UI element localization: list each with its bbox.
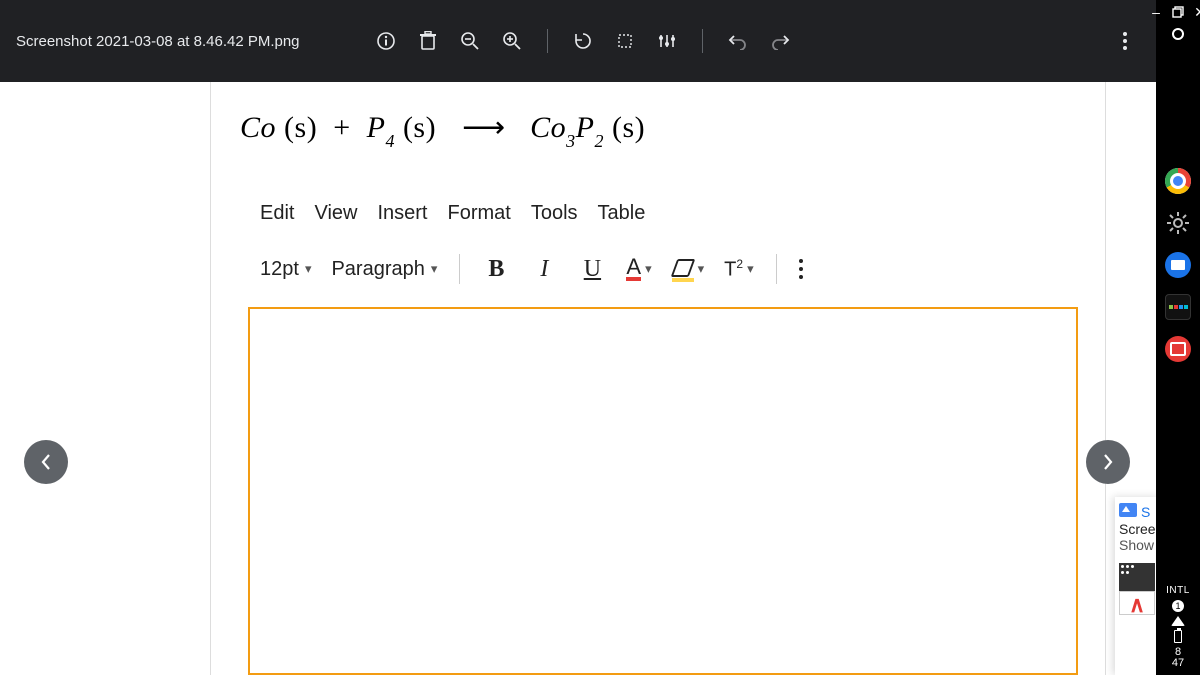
viewer-topbar: Screenshot 2021-03-08 at 8.46.42 PM.png <box>0 0 1156 82</box>
toolbar-separator <box>547 29 548 53</box>
toolbar-separator <box>459 254 460 284</box>
clock: 8 47 <box>1172 647 1184 669</box>
chevron-down-icon: ▾ <box>645 261 652 277</box>
battery-icon <box>1174 630 1182 643</box>
paragraph-label: Paragraph <box>331 258 424 281</box>
bold-button[interactable]: B <box>482 256 510 283</box>
page-edge <box>210 82 211 675</box>
keyboard-indicator: INTL <box>1166 585 1190 596</box>
os-shelf: – ✕ INTL 1 8 47 <box>1156 0 1200 675</box>
eq-state: (s) <box>403 111 436 144</box>
chemical-equation: Co ((s)s) + P4 (s) ⟶ Co3P2 (s) <box>240 110 645 149</box>
restore-icon[interactable] <box>1172 6 1184 18</box>
chevron-down-icon: ▾ <box>431 261 438 277</box>
undo-icon[interactable] <box>727 30 749 52</box>
preview-line2: Show <box>1119 537 1155 553</box>
preview-thumb <box>1119 563 1155 591</box>
menu-insert[interactable]: Insert <box>377 202 427 225</box>
info-icon[interactable] <box>375 30 397 52</box>
minimize-icon[interactable]: – <box>1150 6 1162 18</box>
zoom-out-icon[interactable] <box>459 30 481 52</box>
main-viewer: Screenshot 2021-03-08 at 8.46.42 PM.png <box>0 0 1156 675</box>
preview-title-letter: S <box>1141 505 1150 519</box>
tool-app-icon[interactable] <box>1165 294 1191 320</box>
menu-view[interactable]: View <box>314 202 357 225</box>
status-tray[interactable]: INTL 1 8 47 <box>1156 585 1200 669</box>
answer-textbox[interactable] <box>248 307 1078 675</box>
image-app-icon[interactable] <box>1165 336 1191 362</box>
plus-sign: + <box>333 111 350 144</box>
launcher-icon[interactable] <box>1172 28 1184 40</box>
delete-icon[interactable] <box>417 30 439 52</box>
menu-table[interactable]: Table <box>598 202 646 225</box>
chevron-down-icon: ▾ <box>747 261 754 277</box>
editor-menubar: Edit View Insert Format Tools Table <box>260 202 645 225</box>
previous-button[interactable] <box>24 440 68 484</box>
close-icon[interactable]: ✕ <box>1194 6 1200 18</box>
chevron-down-icon: ▾ <box>305 261 312 277</box>
superscript-label: T2 <box>724 257 743 282</box>
file-name: Screenshot 2021-03-08 at 8.46.42 PM.png <box>16 33 300 50</box>
window-controls: – ✕ <box>1150 0 1200 26</box>
file-preview-card[interactable]: S Scree Show ∧ <box>1115 497 1156 675</box>
arrow-icon: ⟶ <box>462 110 504 145</box>
adjust-icon[interactable] <box>656 30 678 52</box>
highlight-button[interactable]: ▾ <box>672 259 705 279</box>
superscript-button[interactable]: T2 ▾ <box>724 257 753 282</box>
preview-thumb: ∧ <box>1119 591 1155 615</box>
picture-icon <box>1119 503 1137 517</box>
underline-button[interactable]: U <box>578 256 606 283</box>
editor-toolbar: 12pt ▾ Paragraph ▾ B I U A ▾ ▾ <box>260 254 803 284</box>
eq-state: ((s)s) <box>284 111 317 144</box>
next-button[interactable] <box>1086 440 1130 484</box>
chrome-app-icon[interactable] <box>1165 168 1191 194</box>
chevron-down-icon: ▾ <box>698 261 705 277</box>
topbar-right <box>1114 0 1136 82</box>
italic-button[interactable]: I <box>530 256 558 283</box>
preview-line1: Scree <box>1119 521 1155 537</box>
eq-state: (s) <box>612 111 645 144</box>
more-vert-icon[interactable] <box>1114 30 1136 52</box>
highlight-icon <box>672 259 694 279</box>
eq-term: Co <box>240 111 276 144</box>
page-edge <box>1105 82 1106 675</box>
notification-badge: 1 <box>1172 600 1184 612</box>
crop-icon[interactable] <box>614 30 636 52</box>
text-color-letter: A <box>626 257 641 281</box>
viewer-toolbar <box>375 0 791 82</box>
menu-tools[interactable]: Tools <box>531 202 578 225</box>
root: Screenshot 2021-03-08 at 8.46.42 PM.png <box>0 0 1200 675</box>
image-content: Co ((s)s) + P4 (s) ⟶ Co3P2 (s) Edit View… <box>0 82 1156 675</box>
files-app-icon[interactable] <box>1165 252 1191 278</box>
menu-edit[interactable]: Edit <box>260 202 294 225</box>
font-size-select[interactable]: 12pt ▾ <box>260 258 311 281</box>
toolbar-separator <box>776 254 777 284</box>
menu-format[interactable]: Format <box>448 202 511 225</box>
wifi-icon <box>1171 616 1185 626</box>
paragraph-style-select[interactable]: Paragraph ▾ <box>331 258 437 281</box>
eq-term: P4 <box>367 111 395 144</box>
text-color-button[interactable]: A ▾ <box>626 257 651 281</box>
zoom-in-icon[interactable] <box>501 30 523 52</box>
font-size-label: 12pt <box>260 258 299 281</box>
redo-icon[interactable] <box>769 30 791 52</box>
rotate-icon[interactable] <box>572 30 594 52</box>
toolbar-separator <box>702 29 703 53</box>
more-options-icon[interactable] <box>799 259 803 279</box>
eq-term: Co3P2 <box>530 111 604 144</box>
settings-app-icon[interactable] <box>1165 210 1191 236</box>
